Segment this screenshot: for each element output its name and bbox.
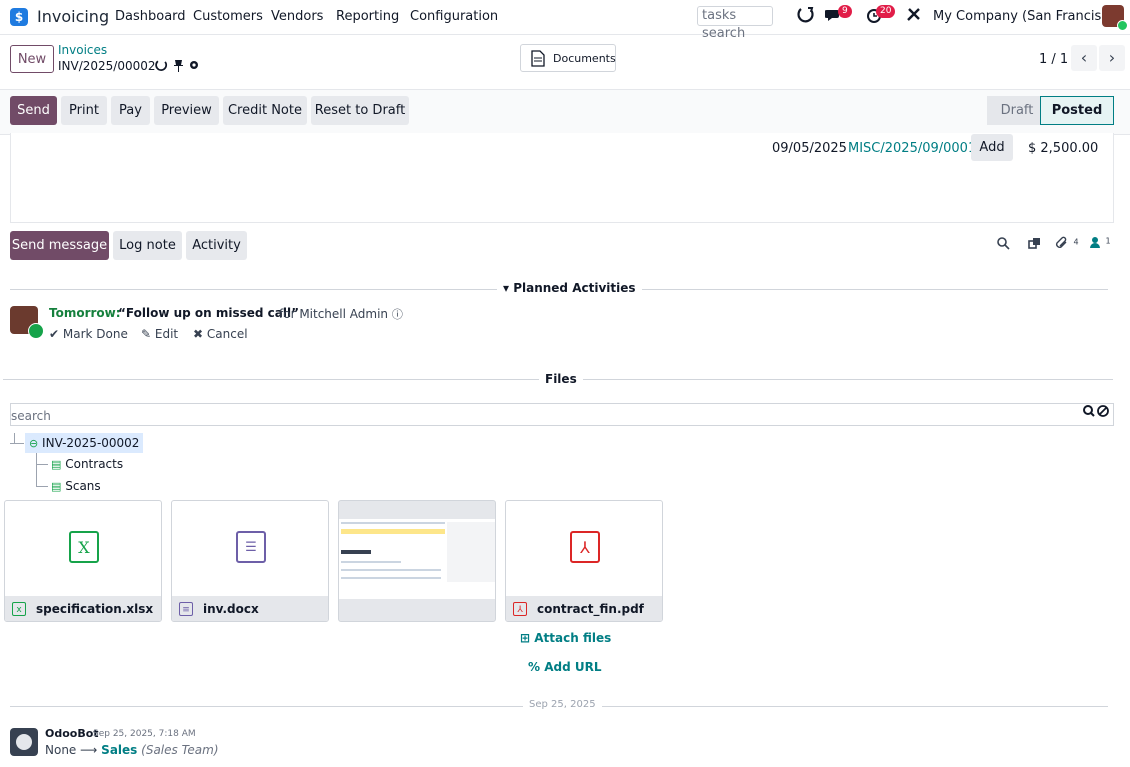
- planned-activities-title: Planned Activities: [513, 281, 636, 295]
- arrow-right-icon: ⟶: [80, 743, 102, 757]
- breadcrumb-invoices[interactable]: Invoices: [58, 43, 107, 57]
- send-button[interactable]: Send: [10, 96, 57, 125]
- pin-icon[interactable]: [173, 59, 184, 76]
- menu-configuration[interactable]: Configuration: [410, 9, 498, 24]
- activities-badge: 20: [876, 5, 896, 18]
- tasks-search-input[interactable]: tasks search: [697, 6, 773, 41]
- file-name: inv.docx: [203, 602, 259, 616]
- folder-icon: ⊖: [29, 437, 39, 450]
- company-switcher[interactable]: My Company (San Francisco): [933, 9, 1121, 24]
- add-url-button[interactable]: % Add URL: [528, 660, 602, 674]
- menu-reporting[interactable]: Reporting: [336, 9, 399, 24]
- attach-files-button[interactable]: ⊞ Attach files: [520, 631, 611, 645]
- search-icon[interactable]: [996, 236, 1010, 254]
- file-card-inv-docx[interactable]: ☰ ≡ inv.docx: [171, 500, 329, 622]
- pager-value[interactable]: 1 / 1: [1039, 52, 1068, 67]
- messages-badge: 9: [838, 5, 852, 18]
- excel-small-icon: x: [12, 602, 26, 616]
- refresh-icon[interactable]: [797, 6, 815, 29]
- documents-label: Documents: [553, 52, 616, 65]
- activity-assignee: for Mitchell Admin ⓘ: [279, 307, 403, 321]
- files-search-placeholder: search: [11, 409, 51, 423]
- close-icon: ✖: [193, 327, 204, 341]
- folder-icon: ▤: [51, 480, 62, 493]
- menu-vendors[interactable]: Vendors: [271, 9, 323, 24]
- add-payment-button[interactable]: Add: [971, 134, 1013, 161]
- app-logo-icon[interactable]: $: [10, 8, 28, 26]
- menu-customers[interactable]: Customers: [193, 9, 263, 24]
- pencil-icon: ✎: [141, 327, 152, 341]
- screenshot-thumbnail: [339, 519, 495, 599]
- pager-prev-icon[interactable]: ‹: [1071, 45, 1097, 71]
- excel-icon: X: [69, 531, 99, 563]
- pay-button[interactable]: Pay: [111, 96, 150, 125]
- attachments-count: 4: [1073, 237, 1079, 247]
- pager-next-icon[interactable]: ›: [1099, 45, 1125, 71]
- print-button[interactable]: Print: [61, 96, 107, 125]
- online-status-icon: [1117, 20, 1128, 31]
- tree-connector: [36, 464, 48, 465]
- sync-icon[interactable]: [155, 59, 168, 76]
- document-icon: [531, 50, 545, 77]
- file-card-contract-pdf[interactable]: ⅄ ⅄ contract_fin.pdf: [505, 500, 663, 622]
- activity-summary: “Follow up on missed call”: [118, 306, 299, 320]
- documents-button[interactable]: Documents: [520, 44, 616, 72]
- files-search-input[interactable]: [10, 403, 1114, 426]
- payment-date: 09/05/2025: [772, 141, 847, 156]
- info-icon[interactable]: ⓘ: [392, 308, 403, 321]
- expand-icon[interactable]: [1028, 236, 1042, 254]
- breadcrumb-current: INV/2025/00002: [58, 59, 156, 73]
- payment-amount: $ 2,500.00: [1028, 141, 1099, 156]
- folder-icon: ▤: [51, 458, 62, 471]
- tree-connector: [36, 453, 37, 486]
- attachment-icon[interactable]: 4: [1055, 236, 1079, 254]
- followers-icon[interactable]: 1: [1089, 236, 1111, 253]
- tree-root-folder[interactable]: ⊖ INV-2025-00002: [25, 433, 144, 453]
- odoobot-face-icon: [16, 734, 32, 750]
- log-note-button[interactable]: Log note: [113, 231, 182, 260]
- preview-button[interactable]: Preview: [154, 96, 219, 125]
- activity-due: Tomorrow:: [49, 306, 121, 320]
- payment-reference-link[interactable]: MISC/2025/09/0001: [848, 141, 976, 156]
- activity-button[interactable]: Activity: [186, 231, 247, 260]
- message-author[interactable]: OdooBot: [45, 727, 99, 740]
- app-name[interactable]: Invoicing: [37, 7, 109, 26]
- search-clear-icons[interactable]: [1083, 405, 1109, 422]
- followers-count: 1: [1105, 236, 1111, 246]
- date-separator: Sep 25, 2025: [523, 699, 602, 710]
- phone-icon: [28, 323, 44, 339]
- file-card-screenshot[interactable]: [338, 500, 496, 622]
- mark-done-button[interactable]: ✔ Mark Done: [49, 327, 128, 341]
- planned-activities-toggle[interactable]: ▾ Planned Activities: [497, 281, 642, 295]
- tree-connector: [36, 486, 48, 487]
- document-icon: ☰: [236, 531, 266, 563]
- tools-icon[interactable]: [906, 6, 922, 27]
- file-name: contract_fin.pdf: [537, 602, 644, 616]
- pdf-small-icon: ⅄: [513, 602, 527, 616]
- tree-connector: [14, 433, 15, 443]
- link-icon: %: [528, 660, 541, 674]
- credit-note-button[interactable]: Credit Note: [223, 96, 307, 125]
- stage-posted[interactable]: Posted: [1040, 96, 1114, 125]
- stage-draft[interactable]: Draft: [987, 96, 1047, 125]
- pdf-icon: ⅄: [570, 531, 600, 563]
- tree-connector: [10, 443, 24, 444]
- edit-activity-button[interactable]: ✎ Edit: [141, 327, 178, 341]
- menu-dashboard[interactable]: Dashboard: [115, 9, 186, 24]
- document-small-icon: ≡: [179, 602, 193, 616]
- file-card-specification[interactable]: X x specification.xlsx: [4, 500, 162, 622]
- tree-folder-contracts[interactable]: ▤ Contracts: [51, 457, 123, 471]
- plus-square-icon: ⊞: [520, 631, 531, 645]
- cancel-activity-button[interactable]: ✖ Cancel: [193, 327, 248, 341]
- message-time: Sep 25, 2025, 7:18 AM: [93, 729, 196, 739]
- check-icon: ✔: [49, 327, 60, 341]
- new-button[interactable]: New: [10, 45, 54, 73]
- tree-folder-scans[interactable]: ▤ Scans: [51, 479, 101, 493]
- reset-to-draft-button[interactable]: Reset to Draft: [311, 96, 409, 125]
- files-title: Files: [539, 372, 583, 386]
- file-name: specification.xlsx: [36, 602, 154, 616]
- tracking-value: None ⟶ Sales (Sales Team): [45, 743, 219, 757]
- gear-icon[interactable]: [188, 59, 200, 75]
- send-message-button[interactable]: Send message: [10, 231, 109, 260]
